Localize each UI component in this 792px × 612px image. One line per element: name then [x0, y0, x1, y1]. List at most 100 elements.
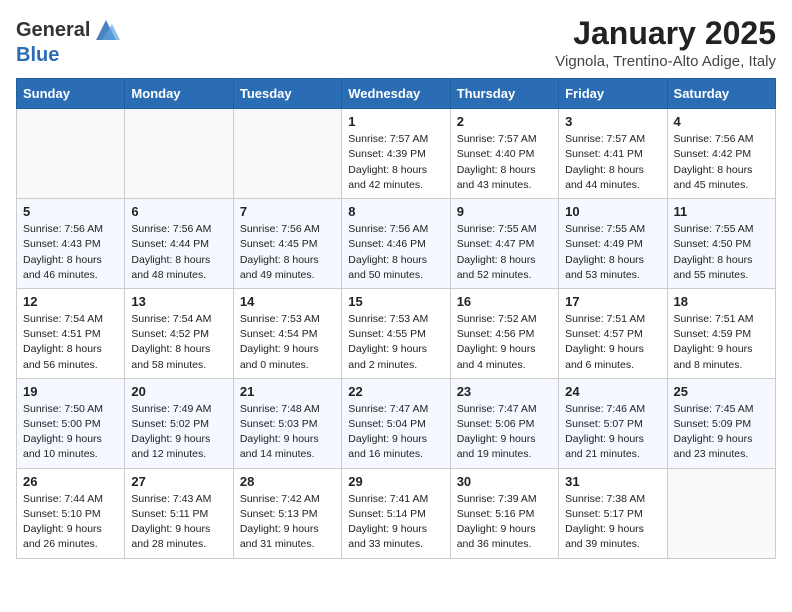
weekday-header-saturday: Saturday [667, 79, 775, 109]
day-info: Sunrise: 7:43 AMSunset: 5:11 PMDaylight:… [131, 492, 226, 553]
logo-blue-text: Blue [16, 44, 59, 66]
calendar-cell: 26Sunrise: 7:44 AMSunset: 5:10 PMDayligh… [17, 468, 125, 558]
day-number: 30 [457, 474, 552, 489]
day-info: Sunrise: 7:56 AMSunset: 4:42 PMDaylight:… [674, 132, 769, 193]
day-number: 22 [348, 384, 443, 399]
day-number: 4 [674, 114, 769, 129]
day-info: Sunrise: 7:51 AMSunset: 4:57 PMDaylight:… [565, 312, 660, 373]
calendar-cell: 13 Sunrise: 7:54 AMSunset: 4:52 PMDayligh… [125, 288, 233, 378]
day-info: Sunrise: 7:50 AMSunset: 5:00 PMDaylight:… [23, 402, 118, 463]
weekday-header-row: SundayMondayTuesdayWednesdayThursdayFrid… [17, 79, 776, 109]
day-info: Sunrise: 7:39 AMSunset: 5:16 PMDaylight:… [457, 492, 552, 553]
day-number: 19 [23, 384, 118, 399]
day-info: Sunrise: 7:54 AMSunset: 4:52 PMDaylight:… [131, 312, 226, 373]
title-area: January 2025 Vignola, Trentino-Alto Adig… [555, 16, 776, 70]
calendar-cell [233, 109, 341, 199]
day-number: 5 [23, 204, 118, 219]
calendar-cell: 9 Sunrise: 7:55 AMSunset: 4:47 PMDaylight… [450, 199, 558, 289]
weekday-header-wednesday: Wednesday [342, 79, 450, 109]
day-info: Sunrise: 7:46 AMSunset: 5:07 PMDaylight:… [565, 402, 660, 463]
day-number: 17 [565, 294, 660, 309]
calendar-cell: 25 Sunrise: 7:45 AMSunset: 5:09 PMDayligh… [667, 378, 775, 468]
day-info: Sunrise: 7:56 AMSunset: 4:44 PMDaylight:… [131, 222, 226, 283]
calendar-cell: 14 Sunrise: 7:53 AMSunset: 4:54 PMDayligh… [233, 288, 341, 378]
day-info: Sunrise: 7:52 AMSunset: 4:56 PMDaylight:… [457, 312, 552, 373]
day-info: Sunrise: 7:45 AMSunset: 5:09 PMDaylight:… [674, 402, 769, 463]
calendar-cell: 8 Sunrise: 7:56 AMSunset: 4:46 PMDaylight… [342, 199, 450, 289]
day-info: Sunrise: 7:53 AMSunset: 4:54 PMDaylight:… [240, 312, 335, 373]
calendar-cell: 29 Sunrise: 7:41 AMSunset: 5:14 PMDayligh… [342, 468, 450, 558]
calendar-cell: 10Sunrise: 7:55 AMSunset: 4:49 PMDayligh… [559, 199, 667, 289]
calendar-cell: 16 Sunrise: 7:52 AMSunset: 4:56 PMDayligh… [450, 288, 558, 378]
day-number: 10 [565, 204, 660, 219]
day-number: 21 [240, 384, 335, 399]
calendar-cell: 22Sunrise: 7:47 AMSunset: 5:04 PMDayligh… [342, 378, 450, 468]
calendar-cell: 21 Sunrise: 7:48 AMSunset: 5:03 PMDayligh… [233, 378, 341, 468]
calendar-cell: 28Sunrise: 7:42 AMSunset: 5:13 PMDayligh… [233, 468, 341, 558]
day-info: Sunrise: 7:49 AMSunset: 5:02 PMDaylight:… [131, 402, 226, 463]
weekday-header-friday: Friday [559, 79, 667, 109]
day-info: Sunrise: 7:55 AMSunset: 4:47 PMDaylight:… [457, 222, 552, 283]
calendar-cell: 5 Sunrise: 7:56 AMSunset: 4:43 PMDaylight… [17, 199, 125, 289]
day-number: 20 [131, 384, 226, 399]
weekday-header-monday: Monday [125, 79, 233, 109]
calendar-cell: 15 Sunrise: 7:53 AMSunset: 4:55 PMDayligh… [342, 288, 450, 378]
calendar-cell: 6 Sunrise: 7:56 AMSunset: 4:44 PMDaylight… [125, 199, 233, 289]
calendar-cell: 18Sunrise: 7:51 AMSunset: 4:59 PMDayligh… [667, 288, 775, 378]
day-info: Sunrise: 7:56 AMSunset: 4:46 PMDaylight:… [348, 222, 443, 283]
week-row-3: 12 Sunrise: 7:54 AMSunset: 4:51 PMDayligh… [17, 288, 776, 378]
day-info: Sunrise: 7:53 AMSunset: 4:55 PMDaylight:… [348, 312, 443, 373]
day-info: Sunrise: 7:54 AMSunset: 4:51 PMDaylight:… [23, 312, 118, 373]
calendar-cell: 27Sunrise: 7:43 AMSunset: 5:11 PMDayligh… [125, 468, 233, 558]
calendar-cell [125, 109, 233, 199]
day-number: 23 [457, 384, 552, 399]
calendar-cell: 12 Sunrise: 7:54 AMSunset: 4:51 PMDayligh… [17, 288, 125, 378]
day-number: 7 [240, 204, 335, 219]
day-info: Sunrise: 7:47 AMSunset: 5:06 PMDaylight:… [457, 402, 552, 463]
location-title: Vignola, Trentino-Alto Adige, Italy [555, 53, 776, 70]
calendar-table: SundayMondayTuesdayWednesdayThursdayFrid… [16, 78, 776, 558]
day-info: Sunrise: 7:55 AMSunset: 4:50 PMDaylight:… [674, 222, 769, 283]
calendar-cell: 24 Sunrise: 7:46 AMSunset: 5:07 PMDayligh… [559, 378, 667, 468]
day-number: 9 [457, 204, 552, 219]
week-row-5: 26Sunrise: 7:44 AMSunset: 5:10 PMDayligh… [17, 468, 776, 558]
day-number: 1 [348, 114, 443, 129]
day-number: 29 [348, 474, 443, 489]
day-number: 24 [565, 384, 660, 399]
day-number: 8 [348, 204, 443, 219]
month-title: January 2025 [555, 16, 776, 51]
day-number: 31 [565, 474, 660, 489]
day-number: 6 [131, 204, 226, 219]
calendar-cell: 2Sunrise: 7:57 AMSunset: 4:40 PMDaylight… [450, 109, 558, 199]
calendar-page: General Blue January 2025 Vignola, Trent… [0, 0, 792, 575]
calendar-cell: 20 Sunrise: 7:49 AMSunset: 5:02 PMDayligh… [125, 378, 233, 468]
day-number: 13 [131, 294, 226, 309]
logo-general-text: General [16, 19, 90, 42]
day-info: Sunrise: 7:44 AMSunset: 5:10 PMDaylight:… [23, 492, 118, 553]
week-row-1: 1 Sunrise: 7:57 AMSunset: 4:39 PMDaylight… [17, 109, 776, 199]
day-info: Sunrise: 7:56 AMSunset: 4:43 PMDaylight:… [23, 222, 118, 283]
day-number: 14 [240, 294, 335, 309]
calendar-cell: 11Sunrise: 7:55 AMSunset: 4:50 PMDayligh… [667, 199, 775, 289]
day-number: 12 [23, 294, 118, 309]
calendar-cell: 17 Sunrise: 7:51 AMSunset: 4:57 PMDayligh… [559, 288, 667, 378]
calendar-cell: 30 Sunrise: 7:39 AMSunset: 5:16 PMDayligh… [450, 468, 558, 558]
day-number: 25 [674, 384, 769, 399]
day-info: Sunrise: 7:38 AMSunset: 5:17 PMDaylight:… [565, 492, 660, 553]
day-number: 16 [457, 294, 552, 309]
weekday-header-thursday: Thursday [450, 79, 558, 109]
calendar-cell: 23 Sunrise: 7:47 AMSunset: 5:06 PMDayligh… [450, 378, 558, 468]
logo: General Blue [16, 16, 120, 67]
day-info: Sunrise: 7:57 AMSunset: 4:41 PMDaylight:… [565, 132, 660, 193]
week-row-2: 5 Sunrise: 7:56 AMSunset: 4:43 PMDaylight… [17, 199, 776, 289]
day-number: 15 [348, 294, 443, 309]
day-info: Sunrise: 7:48 AMSunset: 5:03 PMDaylight:… [240, 402, 335, 463]
calendar-cell: 3Sunrise: 7:57 AMSunset: 4:41 PMDaylight… [559, 109, 667, 199]
week-row-4: 19 Sunrise: 7:50 AMSunset: 5:00 PMDayligh… [17, 378, 776, 468]
calendar-cell: 1 Sunrise: 7:57 AMSunset: 4:39 PMDaylight… [342, 109, 450, 199]
day-info: Sunrise: 7:57 AMSunset: 4:39 PMDaylight:… [348, 132, 443, 193]
day-info: Sunrise: 7:41 AMSunset: 5:14 PMDaylight:… [348, 492, 443, 553]
calendar-cell [667, 468, 775, 558]
calendar-cell: 7Sunrise: 7:56 AMSunset: 4:45 PMDaylight… [233, 199, 341, 289]
day-info: Sunrise: 7:51 AMSunset: 4:59 PMDaylight:… [674, 312, 769, 373]
